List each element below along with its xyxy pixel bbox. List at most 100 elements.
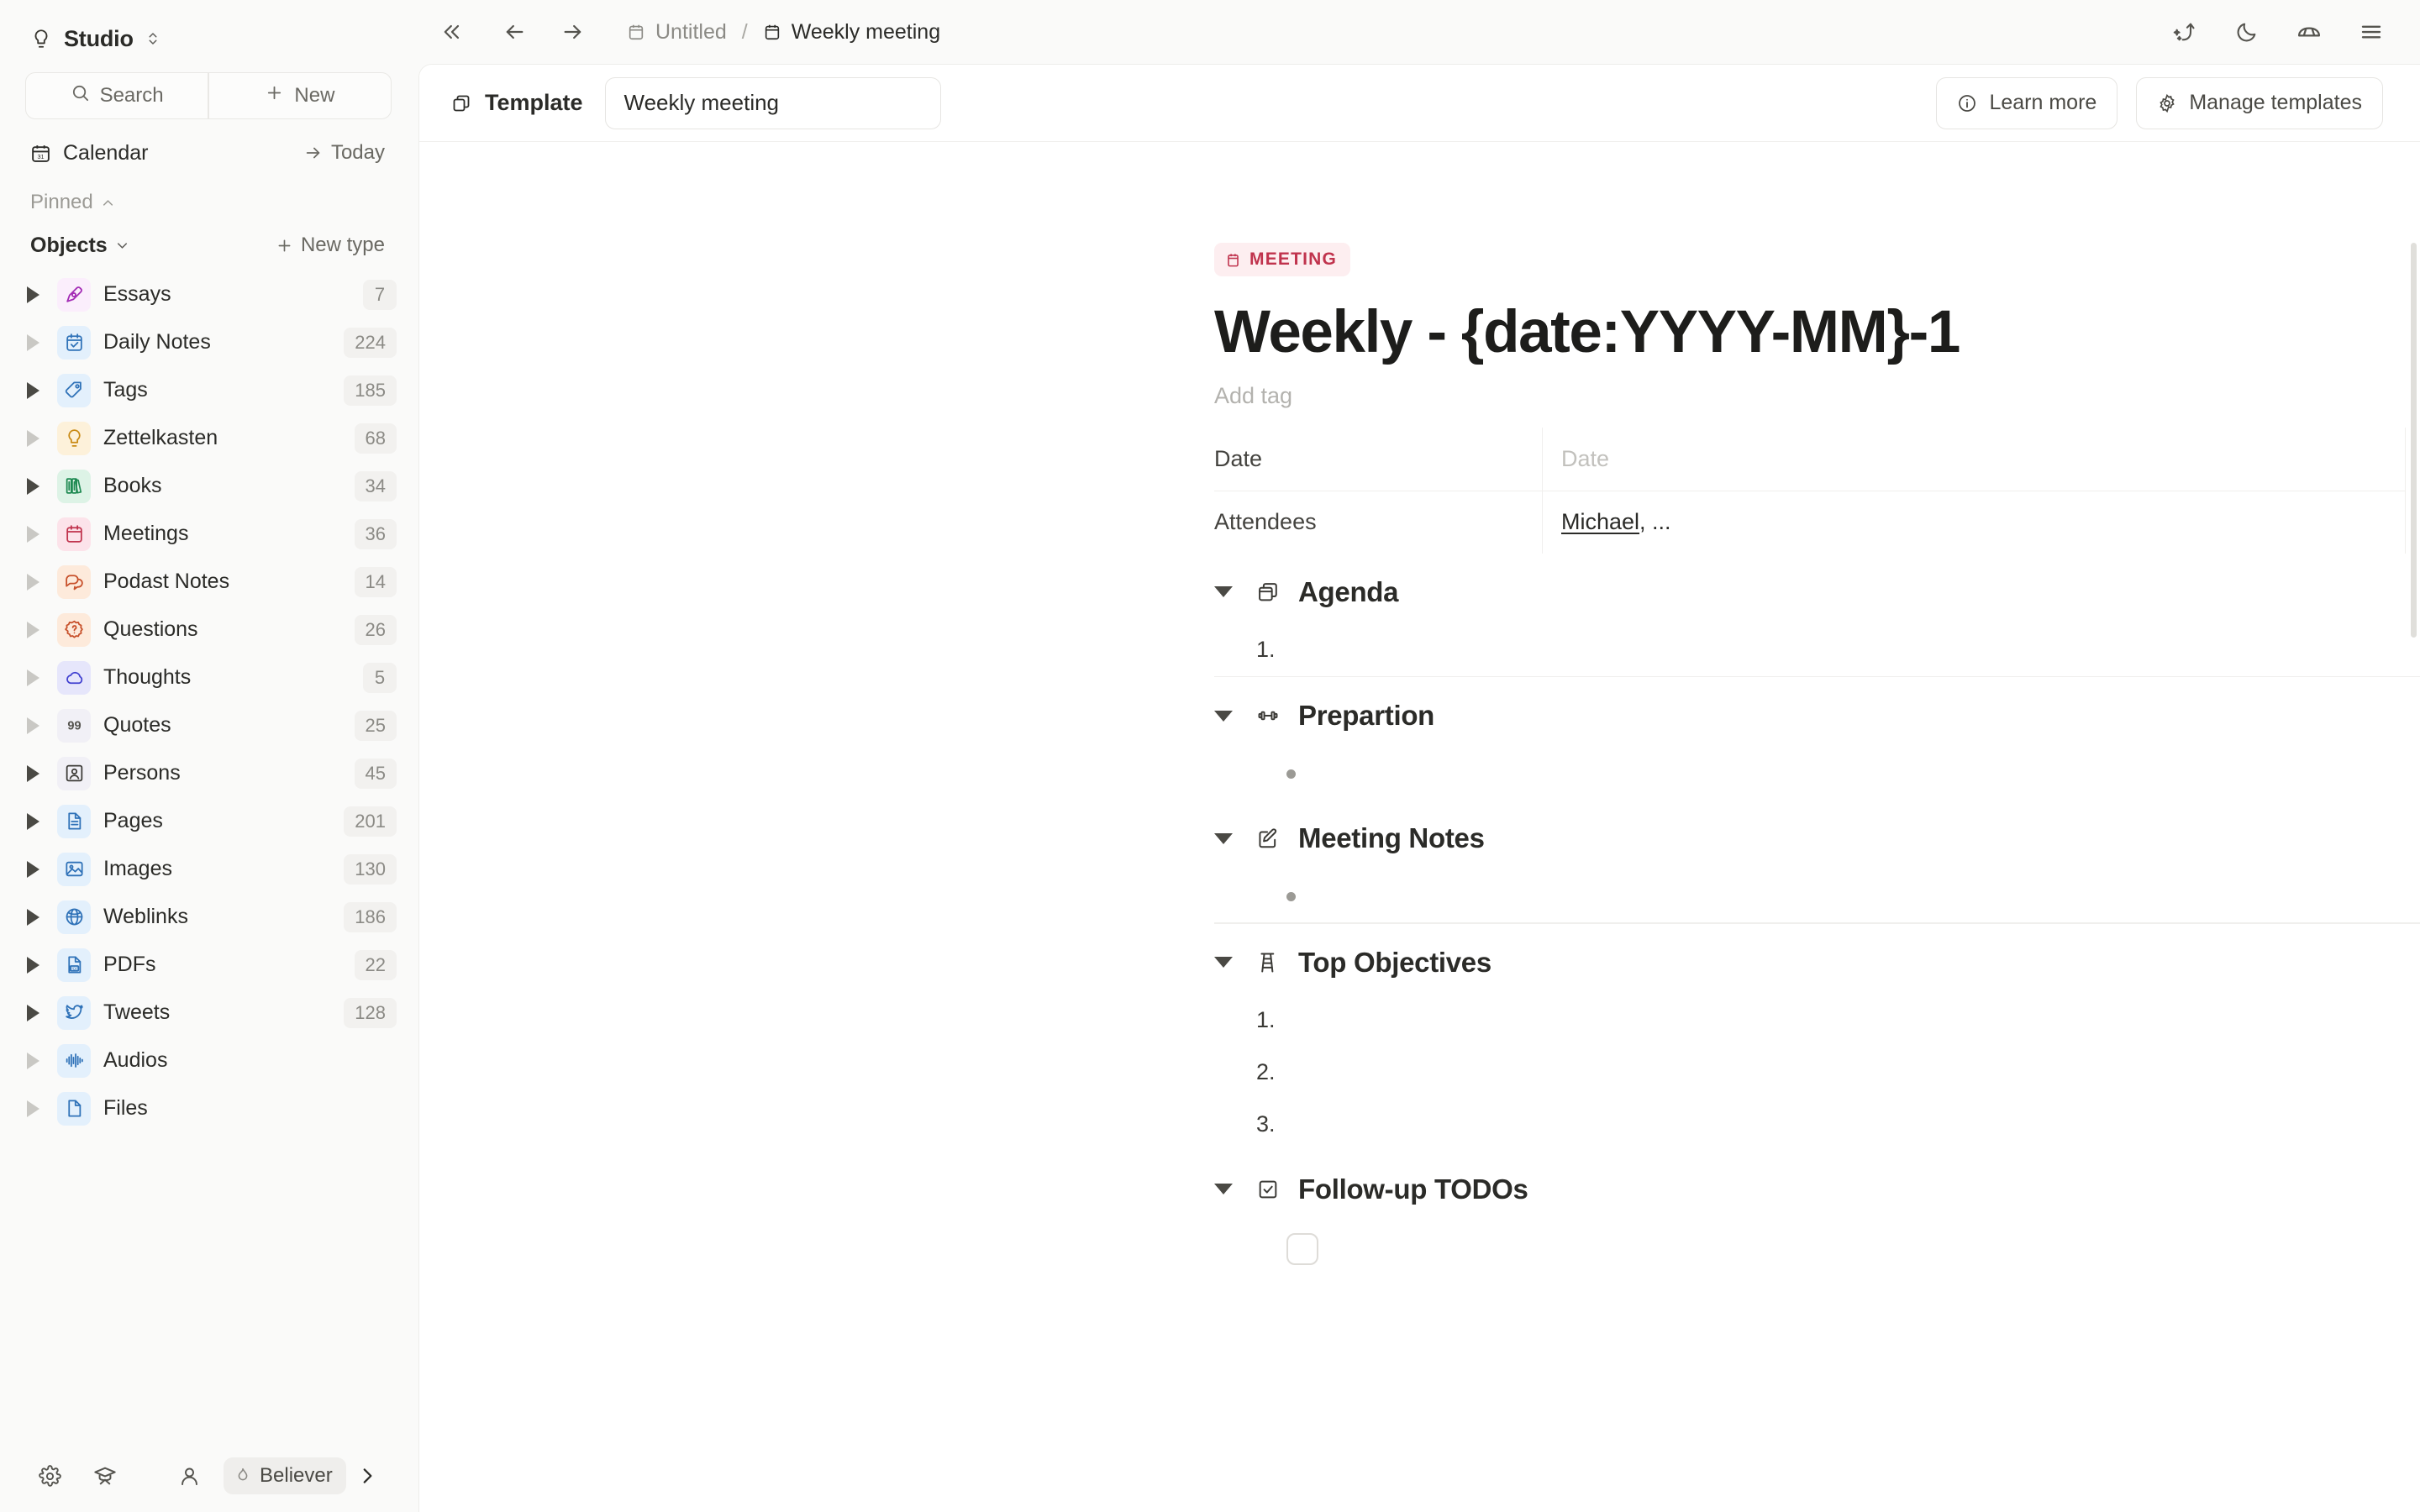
arrow-left-icon[interactable] — [489, 7, 539, 57]
expand-caret-icon[interactable] — [27, 366, 57, 414]
collapse-toggle-icon[interactable] — [1214, 1184, 1256, 1194]
expand-caret-icon[interactable] — [27, 941, 57, 989]
list-item[interactable]: 2. — [1256, 1047, 2420, 1099]
chevron-updown-icon[interactable] — [144, 29, 162, 48]
sidebar-item-meetings[interactable]: Meetings36 — [24, 510, 397, 558]
menu-icon[interactable] — [2346, 7, 2396, 57]
collapse-toggle-icon[interactable] — [1214, 957, 1256, 968]
sidebar-item-label: Images — [103, 857, 172, 881]
expand-caret-icon[interactable] — [27, 510, 57, 558]
expand-caret-icon[interactable] — [27, 318, 57, 366]
section-body — [1214, 748, 2420, 800]
expand-caret-icon[interactable] — [27, 893, 57, 941]
expand-caret-icon[interactable] — [27, 1084, 57, 1132]
person-frame-icon — [57, 757, 91, 790]
workspace-selector[interactable]: Studio — [25, 18, 392, 59]
property-value-date[interactable]: Date — [1542, 428, 2406, 491]
section-header[interactable]: Top Objectives — [1214, 931, 2420, 995]
section-header[interactable]: Follow-up TODOs — [1214, 1158, 2420, 1221]
sidebar-item-weblinks[interactable]: Weblinks186 — [24, 893, 397, 941]
section-header[interactable]: Prepartion — [1214, 684, 2420, 748]
expand-caret-icon[interactable] — [27, 797, 57, 845]
expand-caret-icon[interactable] — [27, 845, 57, 893]
expand-caret-icon[interactable] — [27, 414, 57, 462]
list-item[interactable]: 1. — [1256, 995, 2420, 1047]
property-value-attendees[interactable]: Michael, ... — [1542, 491, 2406, 554]
sidebar-item-pdfs[interactable]: PDFPDFs22 — [24, 941, 397, 989]
sidebar-item-thoughts[interactable]: Thoughts5 — [24, 654, 397, 701]
globe-icon — [57, 900, 91, 934]
sidebar-item-tweets[interactable]: Tweets128 — [24, 989, 397, 1037]
checkbox-icon[interactable] — [1286, 1233, 1318, 1265]
manage-templates-button[interactable]: Manage templates — [2136, 77, 2383, 129]
ai-sparkle-icon[interactable] — [2160, 7, 2210, 57]
page-title[interactable]: Weekly - {date:YYYY-MM}-1 — [1214, 302, 2420, 365]
expand-caret-icon[interactable] — [27, 701, 57, 749]
expand-caret-icon[interactable] — [27, 1037, 57, 1084]
template-name-input[interactable]: Weekly meeting — [605, 77, 941, 129]
calendar-row[interactable]: 31 Calendar Today — [25, 131, 392, 175]
section-header[interactable]: Meeting Notes — [1214, 806, 2420, 870]
collapse-toggle-icon[interactable] — [1214, 711, 1256, 722]
list-item[interactable]: 1. — [1256, 624, 2420, 676]
expand-caret-icon[interactable] — [27, 558, 57, 606]
objects-section-header[interactable]: Objects New type — [25, 225, 392, 265]
sidebar-top: Studio Search — [0, 0, 417, 265]
new-button[interactable]: New — [209, 73, 391, 118]
list-item[interactable] — [1256, 748, 2420, 800]
section-body — [1214, 1221, 2420, 1277]
document-scroll-area: MEETING Weekly - {date:YYYY-MM}-1 Add ta… — [419, 142, 2420, 1512]
learn-more-button[interactable]: Learn more — [1936, 77, 2118, 129]
sidebar-item-zettelkasten[interactable]: Zettelkasten68 — [24, 414, 397, 462]
sidebar-item-count: 185 — [344, 375, 397, 406]
expand-caret-icon[interactable] — [27, 749, 57, 797]
list-item[interactable] — [1256, 870, 2420, 922]
sidebar-item-essays[interactable]: Essays7 — [24, 270, 397, 318]
calendar-icon: 31 — [30, 143, 51, 164]
expand-caret-icon[interactable] — [27, 606, 57, 654]
vertical-scrollbar[interactable] — [2411, 243, 2417, 638]
expand-caret-icon[interactable] — [27, 270, 57, 318]
sidebar-item-persons[interactable]: Persons45 — [24, 749, 397, 797]
double-chevron-left-icon[interactable] — [427, 7, 477, 57]
search-button[interactable]: Search — [26, 73, 208, 118]
gear-icon[interactable] — [22, 1451, 77, 1501]
collapse-toggle-icon[interactable] — [1214, 833, 1256, 844]
widgets-icon[interactable] — [2284, 7, 2334, 57]
expand-caret-icon[interactable] — [27, 989, 57, 1037]
expand-caret-icon[interactable] — [27, 462, 57, 510]
sidebar-item-daily-notes[interactable]: Daily Notes224 — [24, 318, 397, 366]
sidebar-item-images[interactable]: Images130 — [24, 845, 397, 893]
property-row-attendees: Attendees Michael, ... — [1214, 491, 2406, 554]
membership-badge[interactable]: Believer — [224, 1457, 346, 1494]
attendee-link[interactable]: Michael — [1561, 509, 1639, 535]
sidebar-item-books[interactable]: Books34 — [24, 462, 397, 510]
sidebar-item-audios[interactable]: Audios — [24, 1037, 397, 1084]
pinned-section-header[interactable]: Pinned — [25, 185, 392, 220]
breadcrumb-item-weekly-meeting[interactable]: Weekly meeting — [756, 15, 947, 50]
today-button[interactable]: Today — [304, 141, 392, 165]
sidebar-item-files[interactable]: Files — [24, 1084, 397, 1132]
sidebar-item-pages[interactable]: Pages201 — [24, 797, 397, 845]
sidebar-item-quotes[interactable]: 99Quotes25 — [24, 701, 397, 749]
calendar-icon — [57, 517, 91, 551]
breadcrumb-item-untitled[interactable]: Untitled — [620, 15, 734, 50]
graduation-cap-icon[interactable] — [77, 1451, 133, 1501]
sidebar-item-questions[interactable]: Questions26 — [24, 606, 397, 654]
section-title: Prepartion — [1298, 700, 1434, 732]
sidebar-item-podast-notes[interactable]: Podast Notes14 — [24, 558, 397, 606]
add-tag-button[interactable]: Add tag — [1214, 383, 2420, 409]
new-type-button[interactable]: New type — [276, 234, 392, 257]
status-badge[interactable]: MEETING — [1214, 243, 1350, 276]
sidebar-item-count: 128 — [344, 998, 397, 1028]
collapse-toggle-icon[interactable] — [1214, 586, 1256, 597]
chevron-right-icon[interactable] — [356, 1465, 378, 1487]
list-item[interactable]: 3. — [1256, 1099, 2420, 1151]
moon-icon[interactable] — [2222, 7, 2272, 57]
section-header[interactable]: Agenda — [1214, 560, 2420, 624]
sidebar-item-tags[interactable]: Tags185 — [24, 366, 397, 414]
person-icon[interactable] — [161, 1451, 217, 1501]
expand-caret-icon[interactable] — [27, 654, 57, 701]
arrow-right-icon[interactable] — [548, 7, 598, 57]
todo-item[interactable] — [1256, 1221, 2420, 1277]
